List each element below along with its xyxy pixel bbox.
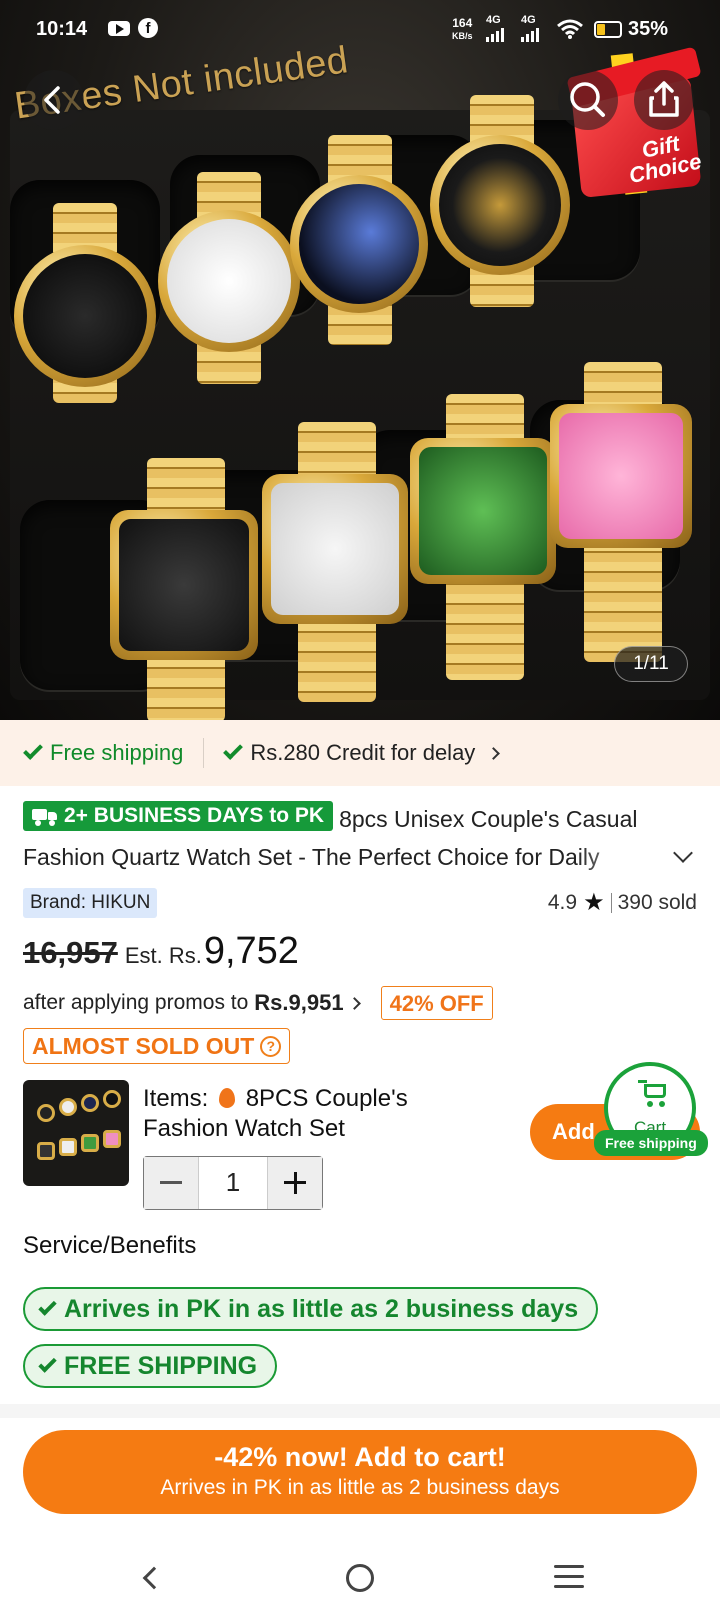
increase-button[interactable] (268, 1157, 322, 1209)
promo-row[interactable]: after applying promos to Rs.9,951 42% OF… (23, 986, 493, 1020)
truck-icon (32, 807, 58, 826)
free-shipping-label: Free shipping (50, 740, 184, 765)
section-divider (0, 1404, 720, 1418)
back-arrow-icon (44, 86, 60, 114)
almost-sold-out-badge[interactable]: ALMOST SOLD OUT ? (23, 1028, 291, 1064)
divider (203, 738, 205, 768)
system-nav-bar (0, 1540, 720, 1612)
benefit-arrival[interactable]: Arrives in PK in as little as 2 business… (23, 1287, 599, 1331)
rating-summary[interactable]: 4.9 ★ 390 sold (548, 888, 697, 918)
status-time: 10:14 (36, 18, 88, 40)
divider (610, 893, 612, 913)
promo-price: Rs.9,951 (254, 990, 344, 1015)
watch-square-black (110, 458, 262, 720)
cta-line2: Arrives in PK in as little as 2 business… (160, 1476, 560, 1499)
youtube-icon (108, 21, 130, 36)
signal-bars-icon (521, 28, 539, 42)
benefit-label: FREE SHIPPING (64, 1352, 258, 1380)
watch-square-pink (550, 362, 696, 662)
fire-icon (219, 1088, 236, 1108)
benefit-free-shipping[interactable]: FREE SHIPPING (23, 1344, 278, 1388)
nav-recents-icon[interactable] (554, 1565, 584, 1589)
sku-items[interactable]: Items: 8PCS Couple's Fashion Watch Set (143, 1084, 483, 1144)
signal-bars-icon (486, 28, 504, 42)
check-icon (38, 1353, 57, 1373)
benefit-label: Arrives in PK in as little as 2 business… (64, 1295, 579, 1323)
sold-count: 390 sold (617, 891, 697, 914)
minus-icon (160, 1181, 182, 1184)
share-icon (649, 81, 679, 117)
nav-home-icon[interactable] (346, 1564, 374, 1592)
delivery-badge-label: 2+ BUSINESS DAYS to PK (64, 804, 325, 827)
product-image-carousel[interactable]: Boxes Not included 10:14 f 164 KB/s 4G 4… (0, 0, 720, 720)
image-counter: 1/11 (614, 646, 688, 682)
delay-credit-label: Rs.280 Credit for delay (250, 740, 476, 765)
chevron-right-icon (347, 996, 361, 1010)
decrease-button[interactable] (144, 1157, 198, 1209)
network-speed: 164 KB/s (452, 17, 473, 42)
delay-credit-link[interactable]: Rs.280 Credit for delay (223, 740, 501, 766)
items-label: Items: (143, 1085, 209, 1112)
add-to-cart-cta[interactable]: -42% now! Add to cart! Arrives in PK in … (23, 1430, 697, 1514)
chevron-right-icon (487, 746, 501, 760)
promo-text: after applying promos to (23, 991, 249, 1014)
watch-square-green (410, 394, 560, 680)
cart-free-shipping-badge: Free shipping (594, 1130, 708, 1156)
quantity-stepper[interactable]: 1 (143, 1156, 323, 1210)
check-icon (23, 740, 43, 760)
search-icon (570, 82, 605, 117)
watch-square-white (262, 422, 412, 702)
check-icon (223, 740, 244, 760)
shipping-strip[interactable]: Free shipping Rs.280 Credit for delay (0, 720, 720, 786)
speed-unit: KB/s (452, 31, 473, 41)
service-title: Service/Benefits (23, 1232, 197, 1259)
discount-badge: 42% OFF (380, 986, 493, 1020)
cart-icon (638, 1080, 668, 1108)
star-icon: ★ (583, 889, 605, 916)
nav-back-icon[interactable] (142, 1566, 166, 1590)
sku-thumbnail[interactable] (23, 1080, 129, 1186)
share-button[interactable] (634, 70, 694, 130)
cta-line1: -42% now! Add to cart! (214, 1442, 506, 1472)
free-shipping-item: Free shipping (23, 740, 184, 766)
estimated-label: Est. Rs. (124, 943, 202, 968)
search-button[interactable] (558, 70, 618, 130)
facebook-icon: f (138, 18, 158, 38)
delivery-badge: 2+ BUSINESS DAYS to PK (23, 801, 334, 831)
watch-black-chrono (14, 203, 156, 435)
price-row: 16,957 Est. Rs. 9,752 (23, 930, 299, 973)
watch-blue-chrono (290, 135, 430, 365)
network-type-1: 4G (486, 14, 501, 26)
original-price: 16,957 (23, 935, 118, 970)
add-label: Add (552, 1119, 595, 1144)
network-type-2: 4G (521, 14, 536, 26)
stock-label: ALMOST SOLD OUT (32, 1033, 255, 1059)
sale-price: 9,752 (203, 930, 299, 972)
brand-tag[interactable]: Brand: HIKUN (23, 888, 158, 918)
question-icon[interactable]: ? (260, 1035, 282, 1057)
rating-value: 4.9 (547, 891, 578, 914)
quantity-value[interactable]: 1 (198, 1157, 268, 1209)
speed-value: 164 (452, 16, 473, 30)
watch-gold-black-chrono (430, 95, 574, 325)
back-button[interactable] (24, 70, 84, 130)
check-icon (38, 1296, 57, 1316)
watch-white-chrono (158, 172, 300, 398)
